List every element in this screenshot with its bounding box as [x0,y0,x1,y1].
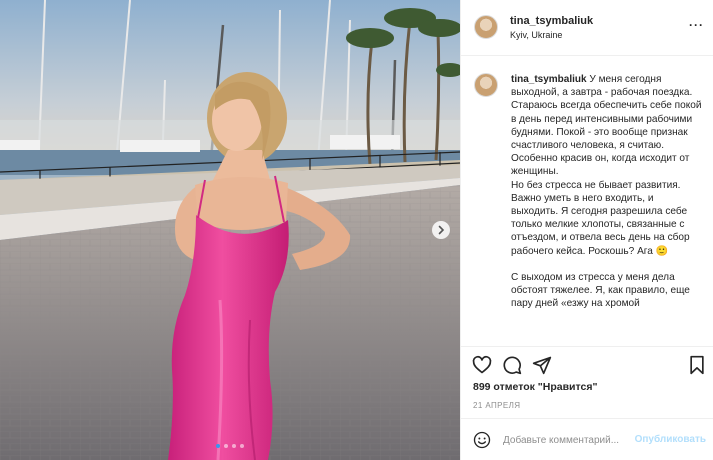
carousel-indicator [0,444,460,448]
post-side-panel: tina_tsymbaliuk Kyiv, Ukraine ··· tina_t… [460,0,713,460]
carousel-dot [224,444,228,448]
avatar[interactable] [474,15,498,39]
avatar[interactable] [474,73,498,97]
comment-button[interactable] [502,355,522,380]
like-button[interactable] [472,355,492,380]
comments-area[interactable]: tina_tsymbaliuk У меня сегодня выходной,… [461,56,713,346]
save-button[interactable] [687,355,707,380]
caption-text: У меня сегодня выходной, а завтра - рабо… [511,74,702,310]
more-options-button[interactable]: ··· [689,18,704,32]
carousel-dot [232,444,236,448]
post-header: tina_tsymbaliuk Kyiv, Ukraine ··· [461,0,713,56]
share-button[interactable] [532,355,552,380]
likes-count[interactable]: 899 отметок "Нравится" [473,381,597,393]
bookmark-icon [690,355,704,375]
comment-icon [503,356,522,375]
emoji-icon [473,431,491,449]
more-icon: ··· [689,18,704,32]
caption-username[interactable]: tina_tsymbaliuk [511,74,587,85]
caption: tina_tsymbaliuk У меня сегодня выходной,… [511,73,703,311]
carousel-dot [240,444,244,448]
post-date[interactable]: 21 АПРЕЛЯ [473,401,520,410]
emoji-button[interactable] [473,431,491,454]
share-icon [532,356,552,375]
next-arrow-icon [438,225,445,235]
carousel-dot [216,444,220,448]
post-image [0,0,460,460]
author-username[interactable]: tina_tsymbaliuk [510,15,593,27]
publish-comment-button[interactable]: Опубликовать [635,434,706,445]
post-photo[interactable] [0,0,460,460]
next-slide-button[interactable] [432,221,450,239]
heart-icon [472,355,492,374]
action-bar [461,346,713,382]
post-location[interactable]: Kyiv, Ukraine [510,30,562,40]
add-comment-form: Опубликовать [461,418,713,460]
